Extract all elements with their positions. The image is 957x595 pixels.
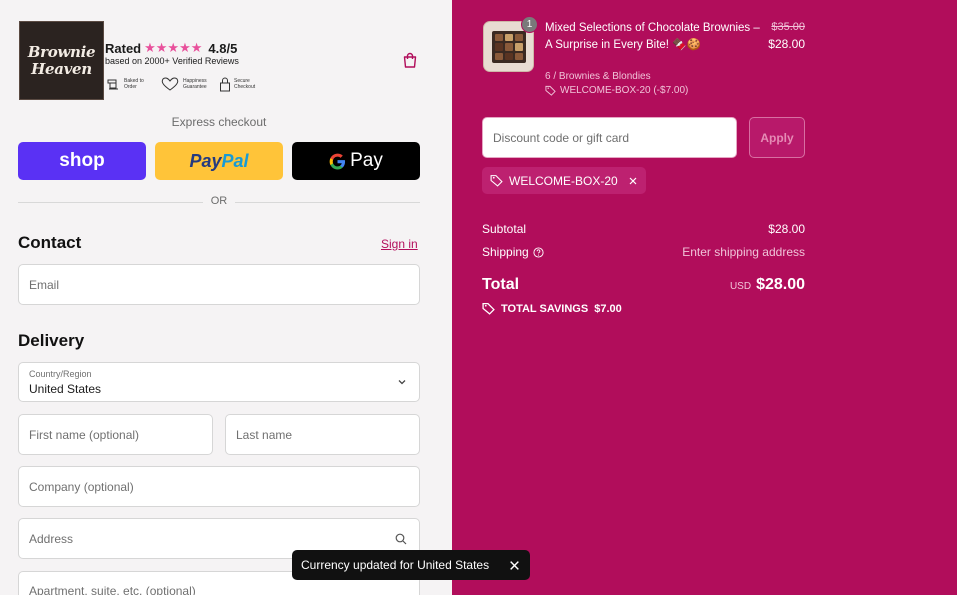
company-placeholder: Company (optional)	[29, 479, 134, 494]
paypal-logo: PayPal	[189, 150, 249, 171]
badge-label: Secure Checkout	[234, 78, 256, 90]
paypal-button[interactable]: PayPal	[155, 142, 283, 180]
total-amount: $28.00	[756, 276, 805, 293]
last-name-placeholder: Last name	[236, 427, 293, 442]
email-field[interactable]: Email	[18, 264, 420, 305]
order-summary-panel: 1 Mixed Selections of Chocolate Brownies…	[452, 0, 957, 595]
shipping-label: Shipping	[482, 245, 544, 259]
total-savings: TOTAL SAVINGS $7.00	[482, 302, 622, 315]
badge-baked-to-order: Baked to Order	[105, 76, 154, 92]
badge-label: Happiness Guarantee	[183, 78, 207, 90]
shipping-label-text: Shipping	[482, 245, 529, 259]
heart-icon	[161, 77, 179, 91]
tag-icon	[490, 175, 503, 187]
badge-secure: Secure Checkout	[219, 76, 264, 92]
google-pay-label: Pay	[350, 150, 383, 171]
company-field[interactable]: Company (optional)	[18, 466, 420, 507]
logo-line-1: Brownie	[27, 42, 96, 61]
rating-score: 4.8/5	[208, 41, 238, 56]
search-icon	[395, 533, 407, 545]
star-rating-icon: ★★★★★	[144, 41, 203, 56]
total-value: USD $28.00	[730, 276, 805, 294]
sign-in-link[interactable]: Sign in	[381, 237, 418, 251]
shop-pay-label: shop	[59, 150, 105, 171]
review-count: based on 2000+ Verified Reviews	[105, 56, 239, 66]
subtotal-value: $28.00	[768, 222, 805, 236]
email-placeholder: Email	[29, 277, 60, 292]
savings-label: TOTAL SAVINGS	[501, 302, 589, 315]
badge-label: Baked to Order	[124, 78, 144, 90]
currency-toast: Currency updated for United States	[292, 550, 530, 580]
tag-icon	[482, 302, 495, 315]
badge-happiness: Happiness Guarantee	[160, 76, 213, 92]
discount-code-input[interactable]: Discount code or gift card	[482, 117, 737, 158]
apply-button[interactable]: Apply	[749, 117, 805, 158]
shopping-bag-icon[interactable]	[402, 52, 418, 68]
original-price: $35.00	[771, 21, 805, 33]
or-divider: OR	[18, 195, 420, 209]
rating-prefix: Rated	[105, 41, 142, 56]
subtotal-label: Subtotal	[482, 222, 527, 236]
product-variant: 6 / Brownies & Blondies	[545, 71, 651, 82]
savings-value: $7.00	[594, 302, 622, 315]
brownie-box-image	[492, 31, 526, 63]
express-checkout-title: Express checkout	[171, 115, 267, 129]
item-discount-text: WELCOME-BOX-20 (-$7.00)	[560, 85, 689, 96]
product-price: $28.00	[768, 37, 805, 51]
google-g-icon	[329, 153, 346, 170]
total-label: Total	[482, 276, 520, 293]
checkout-form-panel: Brownie Heaven Rated ★★★★★ 4.8/5 based o…	[0, 0, 452, 595]
mixer-icon	[107, 79, 118, 90]
logo-line-2: Heaven	[31, 59, 92, 78]
chevron-down-icon	[398, 380, 406, 385]
express-payment-buttons: shop PayPal Pay	[18, 142, 420, 180]
brand-logo[interactable]: Brownie Heaven	[19, 21, 104, 100]
remove-discount-icon[interactable]	[628, 176, 638, 186]
country-value: United States	[29, 382, 102, 396]
country-select[interactable]: Country/Region United States	[18, 362, 420, 402]
last-name-field[interactable]: Last name	[225, 414, 420, 455]
country-label: Country/Region	[29, 369, 92, 379]
or-text: OR	[210, 195, 228, 207]
applied-discount-chip: WELCOME-BOX-20	[482, 167, 646, 194]
google-pay-button[interactable]: Pay	[292, 142, 420, 180]
product-name: Mixed Selections of Chocolate Brownies –…	[545, 22, 760, 51]
address-placeholder: Address	[29, 531, 74, 546]
apartment-placeholder: Apartment, suite, etc. (optional)	[29, 584, 196, 595]
discount-placeholder: Discount code or gift card	[493, 130, 630, 145]
applied-code: WELCOME-BOX-20	[509, 173, 618, 188]
contact-title: Contact	[18, 233, 82, 252]
trust-badges: Baked to Order Happiness Guarantee Secur…	[105, 76, 264, 92]
shop-pay-button[interactable]: shop	[18, 142, 146, 180]
lock-icon	[220, 77, 230, 92]
rating-summary: Rated ★★★★★ 4.8/5	[105, 41, 237, 56]
item-discount: WELCOME-BOX-20 (-$7.00)	[545, 85, 688, 96]
quantity-badge: 1	[521, 16, 538, 33]
currency-code: USD	[729, 281, 752, 292]
toast-message: Currency updated for United States	[301, 558, 490, 572]
first-name-placeholder: First name (optional)	[29, 427, 140, 442]
shipping-value: Enter shipping address	[682, 245, 805, 259]
help-icon[interactable]	[533, 246, 544, 258]
first-name-field[interactable]: First name (optional)	[18, 414, 213, 455]
close-icon[interactable]	[509, 560, 520, 571]
delivery-title: Delivery	[18, 331, 85, 350]
tag-icon	[545, 85, 556, 96]
